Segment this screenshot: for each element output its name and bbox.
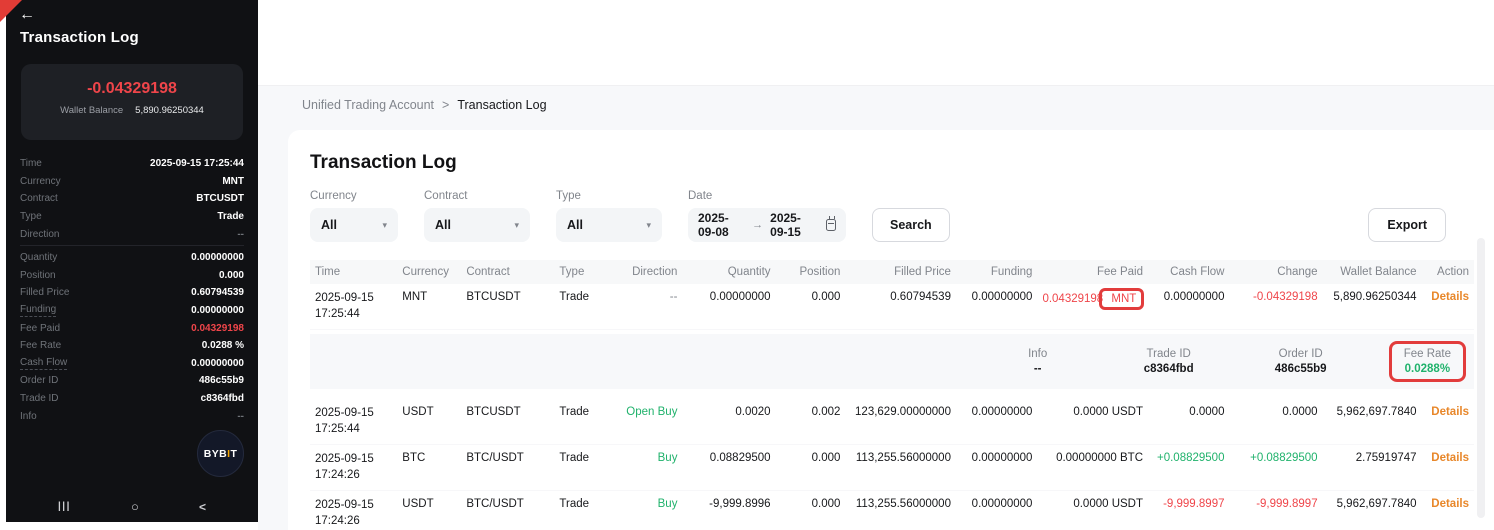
contract-filter: Contract All ▾ xyxy=(424,190,530,242)
arrow-right-icon: → xyxy=(752,219,763,231)
table-header-row: Time Currency Contract Type Direction Qu… xyxy=(310,260,1474,284)
mobile-page-title: Transaction Log xyxy=(20,29,139,46)
currency-select[interactable]: All ▾ xyxy=(310,208,398,242)
col-cash-flow: Cash Flow xyxy=(1148,260,1229,284)
breadcrumb-current: Transaction Log xyxy=(457,98,546,112)
detail-row-info: Info-- xyxy=(20,407,244,425)
breadcrumb-parent-link[interactable]: Unified Trading Account xyxy=(302,98,434,112)
detail-row-order-id: Order ID486c55b9 xyxy=(20,372,244,390)
transaction-table: Time Currency Contract Type Direction Qu… xyxy=(310,260,1474,530)
col-quantity: Quantity xyxy=(682,260,775,284)
expanded-detail-row: Info-- Trade IDc8364fbd Order ID486c55b9… xyxy=(310,330,1474,400)
col-position: Position xyxy=(776,260,846,284)
detail-row-contract: ContractBTCUSDT xyxy=(20,190,244,208)
chevron-down-icon: ▾ xyxy=(382,220,387,231)
detail-row-funding: Funding0.00000000 xyxy=(20,302,244,320)
detail-row-time: Time2025-09-15 17:25:44 xyxy=(20,155,244,173)
page-background: Unified Trading Account > Transaction Lo… xyxy=(258,85,1494,530)
detail-row-type: TypeTrade xyxy=(20,208,244,226)
divider xyxy=(20,245,244,246)
change-amount: -0.04329198 xyxy=(21,80,243,98)
chevron-right-icon: > xyxy=(442,98,449,112)
type-filter-label: Type xyxy=(556,190,662,202)
detail-row-fee-paid: Fee Paid0.04329198 xyxy=(20,319,244,337)
col-contract: Contract xyxy=(461,260,554,284)
col-filled-price: Filled Price xyxy=(845,260,956,284)
mobile-app-panel: ← Transaction Log -0.04329198 Wallet Bal… xyxy=(6,0,258,522)
detail-row-quantity: Quantity0.00000000 xyxy=(20,249,244,267)
wallet-balance-value: 5,890.96250344 xyxy=(135,105,204,116)
page-title: Transaction Log xyxy=(288,130,1494,174)
subrow-order-id: Order ID486c55b9 xyxy=(1261,348,1341,375)
breadcrumb: Unified Trading Account > Transaction Lo… xyxy=(302,98,547,112)
col-direction: Direction xyxy=(607,260,683,284)
currency-filter: Currency All ▾ xyxy=(310,190,398,242)
detail-row-cash-flow: Cash Flow0.00000000 xyxy=(20,355,244,373)
table-row: 2025-09-1517:25:44 USDT BTCUSDT Trade Op… xyxy=(310,399,1474,445)
col-currency: Currency xyxy=(397,260,461,284)
details-link[interactable]: Details xyxy=(1431,291,1469,303)
transaction-detail-list: Time2025-09-15 17:25:44 CurrencyMNT Cont… xyxy=(20,155,244,425)
export-button[interactable]: Export xyxy=(1368,208,1446,242)
table-row: 2025-09-1517:24:26 BTC BTC/USDT Trade Bu… xyxy=(310,445,1474,491)
date-filter: Date 2025-09-08 → 2025-09-15 xyxy=(688,190,846,242)
detail-row-trade-id: Trade IDc8364fbd xyxy=(20,390,244,408)
chevron-down-icon: ▾ xyxy=(646,220,651,231)
col-action: Action xyxy=(1422,260,1474,284)
transaction-log-card: Transaction Log Currency All ▾ Contract … xyxy=(288,130,1494,530)
type-select[interactable]: All ▾ xyxy=(556,208,662,242)
recents-icon[interactable]: ||| xyxy=(58,501,71,512)
table-row: 2025-09-1517:25:44 MNT BTCUSDT Trade -- … xyxy=(310,284,1474,330)
details-link[interactable]: Details xyxy=(1431,498,1469,510)
annotation-box-fee-unit: MNT xyxy=(1099,288,1144,310)
detail-row-fee-rate: Fee Rate0.0288 % xyxy=(20,337,244,355)
contract-select[interactable]: All ▾ xyxy=(424,208,530,242)
col-wallet-balance: Wallet Balance xyxy=(1323,260,1422,284)
web-page: Unified Trading Account > Transaction Lo… xyxy=(258,0,1494,530)
date-end: 2025-09-15 xyxy=(770,211,817,239)
annotation-box-fee-rate: Fee Rate0.0288% xyxy=(1389,341,1466,382)
col-time: Time xyxy=(310,260,397,284)
subrow-trade-id: Trade IDc8364fbd xyxy=(1129,348,1209,375)
contract-filter-label: Contract xyxy=(424,190,530,202)
col-change: Change xyxy=(1229,260,1322,284)
bybit-logo: BYBIT xyxy=(197,430,244,477)
calendar-icon[interactable] xyxy=(826,219,836,231)
currency-filter-label: Currency xyxy=(310,190,398,202)
android-nav-bar: ||| ○ < xyxy=(6,499,258,514)
detail-row-currency: CurrencyMNT xyxy=(20,173,244,191)
date-range-input[interactable]: 2025-09-08 → 2025-09-15 xyxy=(688,208,846,242)
filter-bar: Currency All ▾ Contract All ▾ Type xyxy=(310,190,1486,242)
col-funding: Funding xyxy=(956,260,1037,284)
details-link[interactable]: Details xyxy=(1431,452,1469,464)
vertical-scrollbar[interactable] xyxy=(1477,238,1485,518)
search-button[interactable]: Search xyxy=(872,208,950,242)
detail-row-direction: Direction-- xyxy=(20,225,244,243)
detail-row-position: Position0.000 xyxy=(20,267,244,285)
detail-row-filled-price: Filled Price0.60794539 xyxy=(20,284,244,302)
subrow-info: Info-- xyxy=(1013,348,1063,375)
col-fee-paid: Fee Paid xyxy=(1037,260,1148,284)
date-filter-label: Date xyxy=(688,190,846,202)
date-start: 2025-09-08 xyxy=(698,211,745,239)
wallet-balance-label: Wallet Balance xyxy=(60,105,123,116)
col-type: Type xyxy=(554,260,606,284)
record-corner-marker xyxy=(0,0,22,22)
table-row: 2025-09-1517:24:26 USDT BTC/USDT Trade B… xyxy=(310,491,1474,530)
details-link[interactable]: Details xyxy=(1431,406,1469,418)
home-icon[interactable]: ○ xyxy=(131,499,139,514)
balance-summary-card: -0.04329198 Wallet Balance 5,890.9625034… xyxy=(21,64,243,140)
bybit-logo-text: BYBIT xyxy=(204,448,238,460)
chevron-down-icon: ▾ xyxy=(514,220,519,231)
type-filter: Type All ▾ xyxy=(556,190,662,242)
nav-back-icon[interactable]: < xyxy=(199,500,206,514)
